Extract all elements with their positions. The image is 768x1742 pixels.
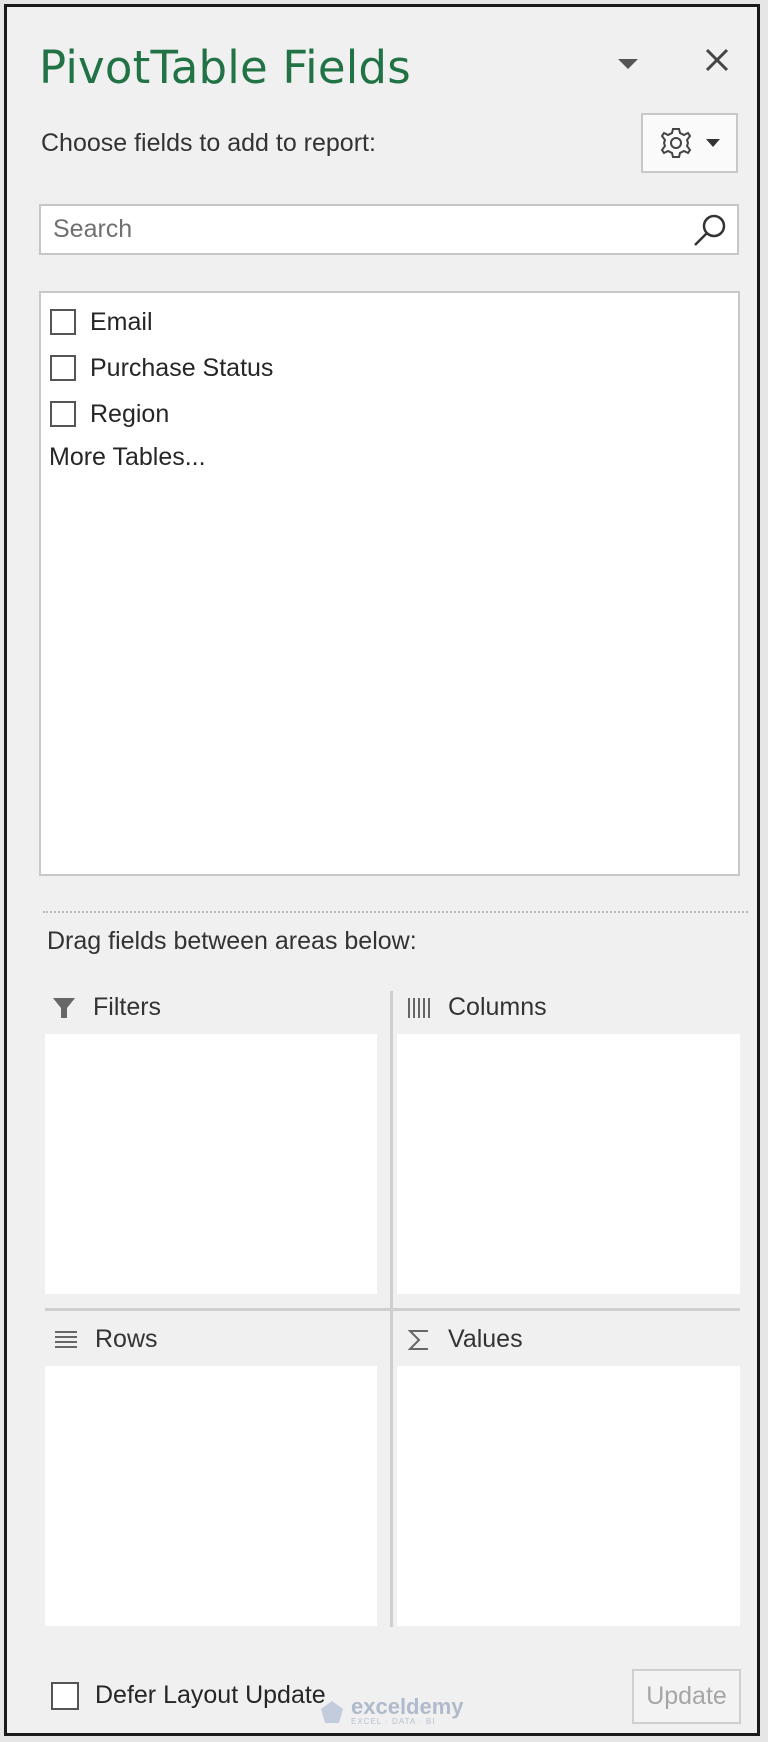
values-label: Values bbox=[448, 1325, 523, 1353]
filters-label: Filters bbox=[93, 993, 162, 1021]
field-item-purchase-status[interactable]: Purchase Status bbox=[41, 345, 738, 391]
pivottable-fields-pane: PivotTable Fields Choose fields to add t… bbox=[4, 4, 760, 1736]
drag-fields-label: Drag fields between areas below: bbox=[47, 927, 417, 955]
field-checkbox[interactable] bbox=[50, 309, 76, 335]
filters-drop-zone[interactable] bbox=[45, 1034, 377, 1294]
area-horizontal-divider bbox=[45, 1308, 740, 1311]
rows-icon bbox=[53, 1327, 79, 1353]
close-button[interactable] bbox=[700, 43, 734, 77]
filter-icon bbox=[51, 995, 77, 1021]
field-checkbox[interactable] bbox=[50, 355, 76, 381]
chevron-down-icon bbox=[705, 139, 720, 147]
defer-layout-update-option[interactable]: Defer Layout Update bbox=[51, 1681, 326, 1710]
field-item-region[interactable]: Region bbox=[41, 391, 738, 437]
columns-drop-zone[interactable] bbox=[397, 1034, 740, 1294]
watermark-name: exceldemy bbox=[351, 1694, 464, 1719]
columns-icon bbox=[406, 995, 432, 1021]
watermark-logo-icon bbox=[321, 1700, 343, 1723]
values-area-header: Values bbox=[406, 1325, 523, 1354]
update-button[interactable]: Update bbox=[632, 1669, 741, 1724]
field-layout-settings-button[interactable] bbox=[641, 113, 738, 173]
chevron-down-icon bbox=[618, 59, 638, 69]
rows-drop-zone[interactable] bbox=[45, 1366, 377, 1626]
columns-area-header: Columns bbox=[406, 993, 547, 1022]
pane-title: PivotTable Fields bbox=[39, 41, 411, 94]
defer-layout-checkbox[interactable] bbox=[51, 1681, 79, 1710]
section-divider bbox=[43, 911, 748, 913]
rows-label: Rows bbox=[95, 1325, 158, 1353]
sigma-icon bbox=[406, 1327, 432, 1353]
values-drop-zone[interactable] bbox=[397, 1366, 740, 1626]
field-list: Email Purchase Status Region More Tables… bbox=[39, 291, 740, 876]
gear-icon bbox=[660, 128, 691, 158]
field-label: Purchase Status bbox=[90, 353, 274, 382]
more-tables-link[interactable]: More Tables... bbox=[41, 443, 206, 472]
watermark: exceldemy EXCEL · DATA · BI bbox=[319, 1694, 464, 1726]
close-icon bbox=[705, 48, 729, 72]
field-item-email[interactable]: Email bbox=[41, 299, 738, 345]
filters-area-header: Filters bbox=[51, 993, 161, 1022]
field-checkbox[interactable] bbox=[50, 401, 76, 427]
field-label: Email bbox=[90, 307, 153, 336]
field-label: Region bbox=[90, 399, 170, 428]
task-pane-options-button[interactable] bbox=[617, 57, 639, 71]
columns-label: Columns bbox=[448, 993, 547, 1021]
choose-fields-label: Choose fields to add to report: bbox=[41, 129, 376, 157]
search-input[interactable] bbox=[41, 205, 689, 254]
defer-layout-label: Defer Layout Update bbox=[95, 1681, 326, 1709]
search-icon[interactable] bbox=[689, 209, 731, 251]
rows-area-header: Rows bbox=[53, 1325, 158, 1354]
search-field[interactable] bbox=[39, 204, 739, 255]
